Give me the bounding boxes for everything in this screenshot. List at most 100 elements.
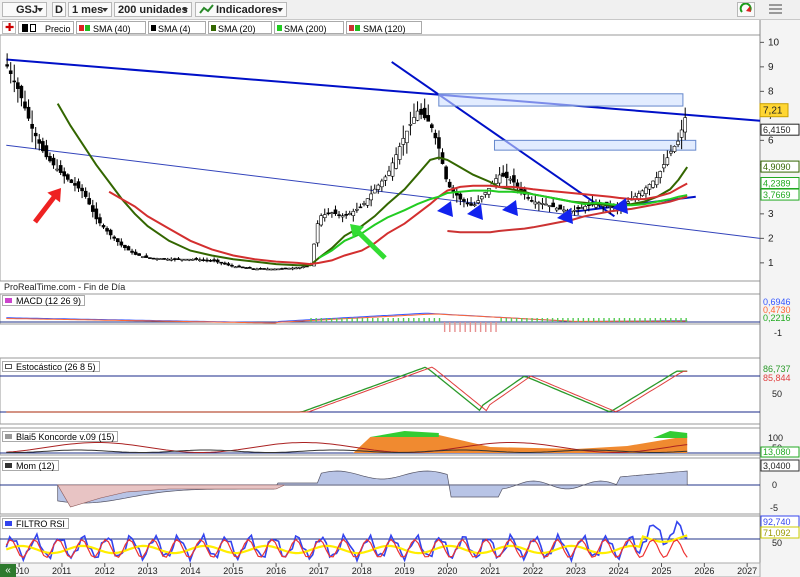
candle-body <box>240 266 245 269</box>
candle-body <box>462 199 466 202</box>
year-tick-label: 2024 <box>609 566 629 576</box>
candle-body <box>676 140 680 145</box>
candle-body <box>198 259 202 262</box>
candle-body <box>358 206 363 209</box>
candle-body <box>87 198 92 205</box>
candle-body <box>365 198 370 206</box>
macd-histogram-bar <box>330 318 333 322</box>
year-tick-label: 2027 <box>737 566 757 576</box>
macd-histogram-bar <box>479 322 482 332</box>
macd-histogram-bar <box>541 318 543 322</box>
candle-body <box>326 212 331 215</box>
macd-histogram-bar <box>526 318 528 322</box>
candle-body <box>12 80 17 83</box>
year-tick-label: 2018 <box>352 566 372 576</box>
rsi-tick: 50 <box>772 538 782 548</box>
stoch-value: 85,844 <box>763 373 791 383</box>
candle-body <box>130 250 134 253</box>
year-tick-label: 2019 <box>395 566 415 576</box>
candle-body <box>526 197 530 199</box>
candle-body <box>190 259 195 261</box>
candle-body <box>115 238 120 243</box>
price-tick-label: 3 <box>768 209 774 220</box>
macd-histogram-bar <box>325 318 328 322</box>
macd-histogram-bar <box>443 322 446 332</box>
candle-body <box>672 145 677 152</box>
candle-body <box>644 187 648 194</box>
stoch-swatch <box>5 364 12 369</box>
macd-histogram-bar <box>377 318 379 322</box>
candle-body <box>94 208 99 220</box>
macd-histogram-bar <box>675 318 677 322</box>
macd-histogram-bar <box>639 318 641 322</box>
candle-body <box>126 246 131 251</box>
macd-histogram-bar <box>423 318 425 322</box>
candle-body <box>501 172 505 177</box>
macd-histogram-bar <box>495 322 497 332</box>
candle-body <box>180 258 184 261</box>
candle-body <box>683 117 687 133</box>
candle-body <box>23 101 27 109</box>
macd-histogram-bar <box>469 322 472 332</box>
candle-body <box>337 214 341 216</box>
candle-body <box>430 124 434 128</box>
candle-body <box>544 203 548 206</box>
candle-body <box>55 168 59 171</box>
macd-histogram-bar <box>346 318 348 322</box>
scroll-left-button[interactable]: « <box>0 564 16 577</box>
candle-body <box>169 258 174 261</box>
macd-title-text: MACD (12 26 9) <box>16 296 82 306</box>
candle-body <box>333 209 338 214</box>
candle-body <box>479 196 484 200</box>
macd-histogram-bar <box>608 318 610 322</box>
candle-body <box>415 110 420 121</box>
candle-body <box>380 180 384 188</box>
candle-body <box>583 206 588 211</box>
konc-swatch <box>5 434 12 439</box>
macd-histogram-bar <box>546 318 549 322</box>
last-price-label: 7,21 <box>763 106 783 117</box>
macd-value: 0,2216 <box>763 313 791 323</box>
macd-histogram-bar <box>551 318 554 322</box>
year-tick-label: 2021 <box>480 566 500 576</box>
price-tick-label: 6 <box>768 135 774 146</box>
candle-body <box>76 181 81 189</box>
macd-histogram-bar <box>418 318 420 322</box>
candle-body <box>165 258 170 261</box>
candle-body <box>69 179 74 183</box>
candle-body <box>16 82 20 89</box>
candle-body <box>394 154 398 169</box>
candle-body <box>661 164 666 169</box>
macd-histogram-bar <box>433 318 436 322</box>
candle-body <box>362 203 366 205</box>
macd-histogram-bar <box>654 318 657 322</box>
candle-body <box>383 176 388 181</box>
candle-body <box>401 138 406 145</box>
mom-swatch <box>5 463 12 468</box>
price-axis-badge-label: 3,7669 <box>763 190 791 200</box>
candle-body <box>508 178 513 181</box>
macd-histogram-bar <box>562 318 564 322</box>
candle-body <box>369 193 373 201</box>
macd-histogram-bar <box>603 318 605 322</box>
candle-body <box>572 209 577 212</box>
candle-body <box>437 137 441 149</box>
candle-body <box>66 174 70 180</box>
candle-body <box>483 192 488 195</box>
konc-badge-value: 13,080 <box>763 447 791 457</box>
macd-histogram-bar <box>685 318 687 322</box>
macd-histogram-bar <box>372 318 374 322</box>
candle-body <box>322 214 327 219</box>
macd-histogram-bar <box>613 318 615 322</box>
candle-body <box>237 265 241 268</box>
candle-body <box>319 215 323 226</box>
mom-tick-neg5: -5 <box>770 503 778 513</box>
candle-body <box>8 70 13 74</box>
candle-body <box>497 174 502 184</box>
candle-body <box>41 141 45 152</box>
mom-tick-0: 0 <box>772 480 777 490</box>
candle-body <box>412 117 416 124</box>
price-tick-label: 1 <box>768 258 774 269</box>
candle-body <box>105 228 109 232</box>
macd-histogram-bar <box>515 318 518 322</box>
